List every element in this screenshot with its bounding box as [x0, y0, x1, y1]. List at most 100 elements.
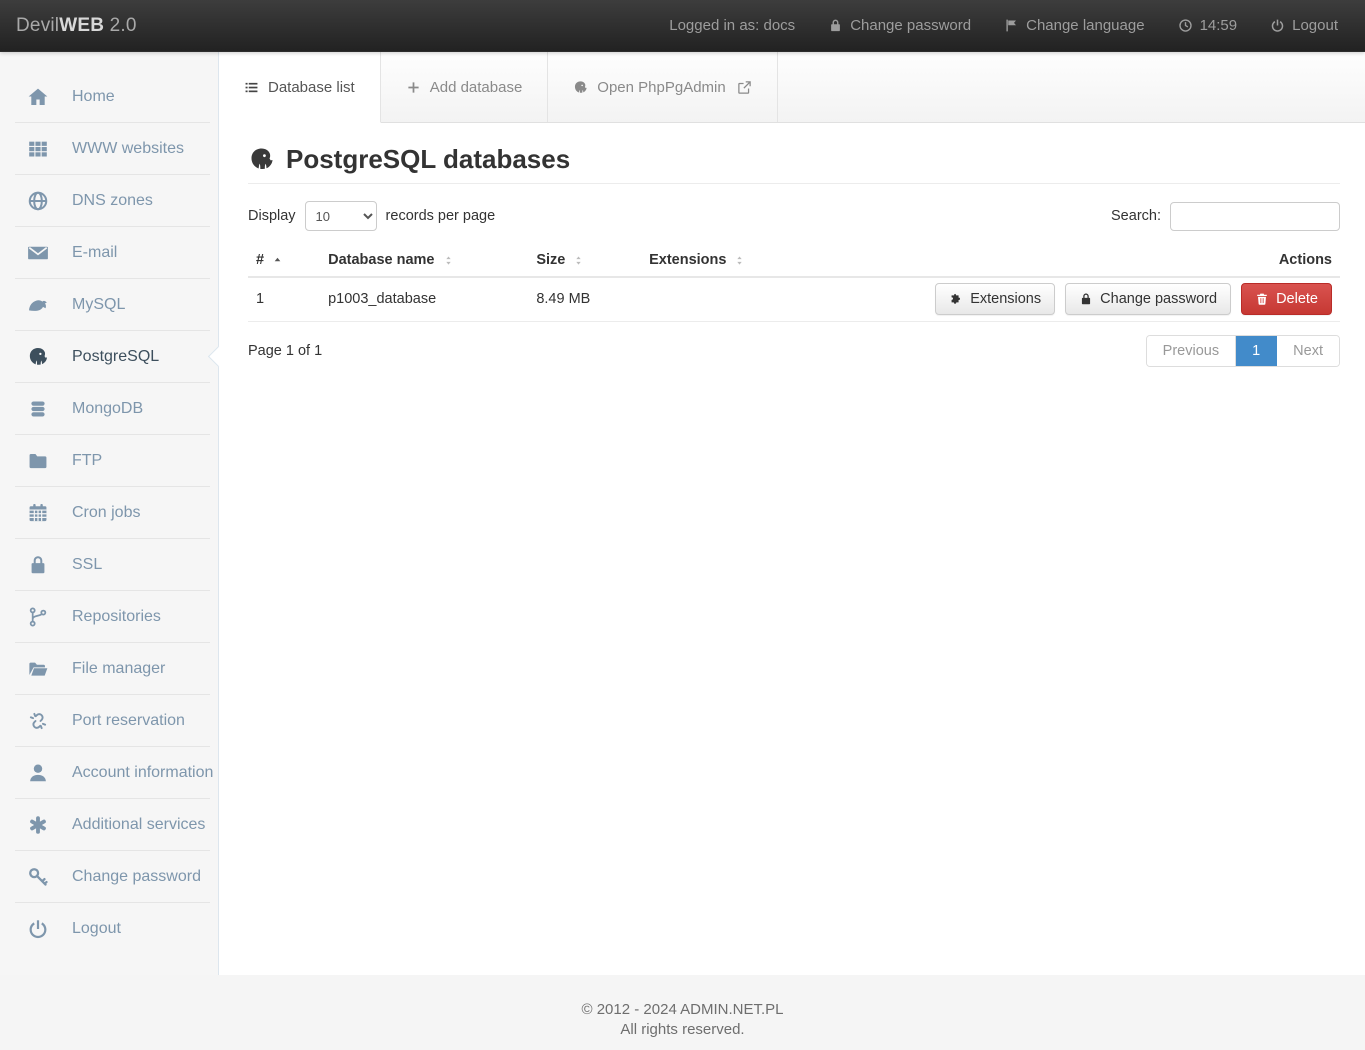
- sidebar-item-postgresql[interactable]: PostgreSQL: [0, 331, 218, 383]
- sidebar-item-email[interactable]: E-mail: [0, 227, 218, 279]
- sidebar-item-label: Change password: [72, 868, 201, 886]
- table-footer: Page 1 of 1 Previous 1 Next: [248, 335, 1340, 367]
- sort-both-icon: [572, 254, 585, 267]
- postgresql-elephant-icon: [573, 80, 588, 95]
- grid-icon: [25, 138, 51, 160]
- table-row: 1 p1003_database 8.49 MB Extensions Cha: [248, 277, 1340, 321]
- asterisk-icon: [25, 814, 51, 836]
- page-title: PostgreSQL databases: [248, 144, 1340, 184]
- sidebar-item-ftp[interactable]: FTP: [0, 435, 218, 487]
- topbar-logout[interactable]: Logout: [1270, 17, 1338, 34]
- sidebar-item-label: Account information: [72, 764, 213, 782]
- trash-icon: [1255, 292, 1269, 306]
- sidebar-item-label: Repositories: [72, 608, 161, 626]
- sidebar-item-label: SSL: [72, 556, 102, 574]
- sidebar-item-change-password[interactable]: Change password: [0, 851, 218, 903]
- records-per-page-control: Display 10 records per page: [248, 201, 495, 231]
- page-layout: Home WWW websites DNS zones E-mail MySQL…: [0, 52, 1365, 975]
- sidebar-item-mysql[interactable]: MySQL: [0, 279, 218, 331]
- content-area: PostgreSQL databases Display 10 records …: [219, 123, 1365, 975]
- sidebar-item-ssl[interactable]: SSL: [0, 539, 218, 591]
- lock-icon: [1079, 292, 1093, 306]
- database-stack-icon: [25, 398, 51, 420]
- open-folder-icon: [25, 658, 51, 680]
- sidebar-item-account-information[interactable]: Account information: [0, 747, 218, 799]
- table-controls: Display 10 records per page Search:: [248, 201, 1340, 231]
- sidebar-item-label: MySQL: [72, 296, 125, 314]
- folder-icon: [25, 450, 51, 472]
- lock-icon: [25, 554, 51, 576]
- cell-extensions: [641, 277, 921, 321]
- sidebar-item-label: FTP: [72, 452, 102, 470]
- sidebar-item-label: PostgreSQL: [72, 348, 159, 366]
- topbar-change-password[interactable]: Change password: [828, 17, 971, 34]
- column-header-database-name[interactable]: Database name: [320, 244, 528, 277]
- topbar-change-language[interactable]: Change language: [1004, 17, 1144, 34]
- sidebar-item-label: Additional services: [72, 816, 205, 834]
- sidebar-item-file-manager[interactable]: File manager: [0, 643, 218, 695]
- extensions-button[interactable]: Extensions: [935, 283, 1055, 315]
- envelope-icon: [25, 242, 51, 264]
- clock-icon: [1178, 18, 1193, 33]
- postgresql-elephant-icon: [248, 146, 275, 173]
- column-header-extensions[interactable]: Extensions: [641, 244, 921, 277]
- brand-version: 2.0: [110, 15, 137, 36]
- pagination-next[interactable]: Next: [1277, 336, 1339, 366]
- tab-bar: Database list Add database Open PhpPgAdm…: [219, 52, 1365, 123]
- calendar-icon: [25, 502, 51, 524]
- pagination-page-1[interactable]: 1: [1236, 336, 1277, 366]
- copyright-text: © 2012 - 2024 ADMIN.NET.PL: [0, 1000, 1365, 1020]
- logged-in-as: Logged in as: docs: [669, 17, 795, 34]
- sidebar-item-label: WWW websites: [72, 140, 184, 158]
- postgresql-elephant-icon: [25, 346, 51, 368]
- per-page-select[interactable]: 10: [305, 201, 377, 231]
- page-info: Page 1 of 1: [248, 343, 322, 359]
- brand-devil: Devil: [16, 15, 59, 36]
- sort-both-icon: [733, 254, 746, 267]
- flag-icon: [1004, 18, 1019, 33]
- sidebar-item-additional-services[interactable]: Additional services: [0, 799, 218, 851]
- sidebar-item-cron-jobs[interactable]: Cron jobs: [0, 487, 218, 539]
- sidebar-item-mongodb[interactable]: MongoDB: [0, 383, 218, 435]
- page-title-text: PostgreSQL databases: [286, 144, 570, 175]
- column-header-size[interactable]: Size: [528, 244, 641, 277]
- delete-button[interactable]: Delete: [1241, 283, 1332, 315]
- sort-asc-icon: [271, 254, 284, 267]
- brand-logo[interactable]: DevilWEB 2.0: [16, 15, 137, 37]
- sidebar-item-www-websites[interactable]: WWW websites: [0, 123, 218, 175]
- sidebar-item-repositories[interactable]: Repositories: [0, 591, 218, 643]
- logged-in-label: Logged in as: docs: [669, 17, 795, 34]
- sidebar-item-home[interactable]: Home: [0, 71, 218, 123]
- home-icon: [25, 86, 51, 108]
- sidebar-item-label: Logout: [72, 920, 121, 938]
- pagination-previous[interactable]: Previous: [1147, 336, 1236, 366]
- sidebar-item-label: Port reservation: [72, 712, 185, 730]
- external-link-icon: [737, 80, 752, 95]
- databases-table: # Database name Size Extensions: [248, 244, 1340, 322]
- sidebar-item-logout[interactable]: Logout: [0, 903, 218, 955]
- search-input[interactable]: [1170, 202, 1340, 231]
- sidebar-item-label: Cron jobs: [72, 504, 140, 522]
- sidebar-item-dns-zones[interactable]: DNS zones: [0, 175, 218, 227]
- tab-add-database[interactable]: Add database: [381, 52, 549, 122]
- pagination: Previous 1 Next: [1146, 335, 1340, 367]
- list-icon: [244, 80, 259, 95]
- plus-icon: [406, 80, 421, 95]
- change-password-label: Change password: [850, 17, 971, 34]
- tab-label: Database list: [268, 79, 355, 96]
- top-navbar: DevilWEB 2.0 Logged in as: docs Change p…: [0, 0, 1365, 52]
- brand-web: WEB: [59, 15, 104, 36]
- search-control: Search:: [1111, 202, 1340, 231]
- sidebar-item-port-reservation[interactable]: Port reservation: [0, 695, 218, 747]
- change-password-button[interactable]: Change password: [1065, 283, 1231, 315]
- tab-database-list[interactable]: Database list: [219, 52, 381, 123]
- tab-open-phppgadmin[interactable]: Open PhpPgAdmin: [548, 52, 777, 122]
- sort-both-icon: [442, 254, 455, 267]
- sidebar-item-label: DNS zones: [72, 192, 153, 210]
- search-label: Search:: [1111, 208, 1161, 224]
- change-language-label: Change language: [1026, 17, 1144, 34]
- sidebar-item-label: File manager: [72, 660, 165, 678]
- column-header-number[interactable]: #: [248, 244, 320, 277]
- sidebar-item-label: MongoDB: [72, 400, 143, 418]
- topbar-menu: Logged in as: docs Change password Chang…: [669, 17, 1338, 34]
